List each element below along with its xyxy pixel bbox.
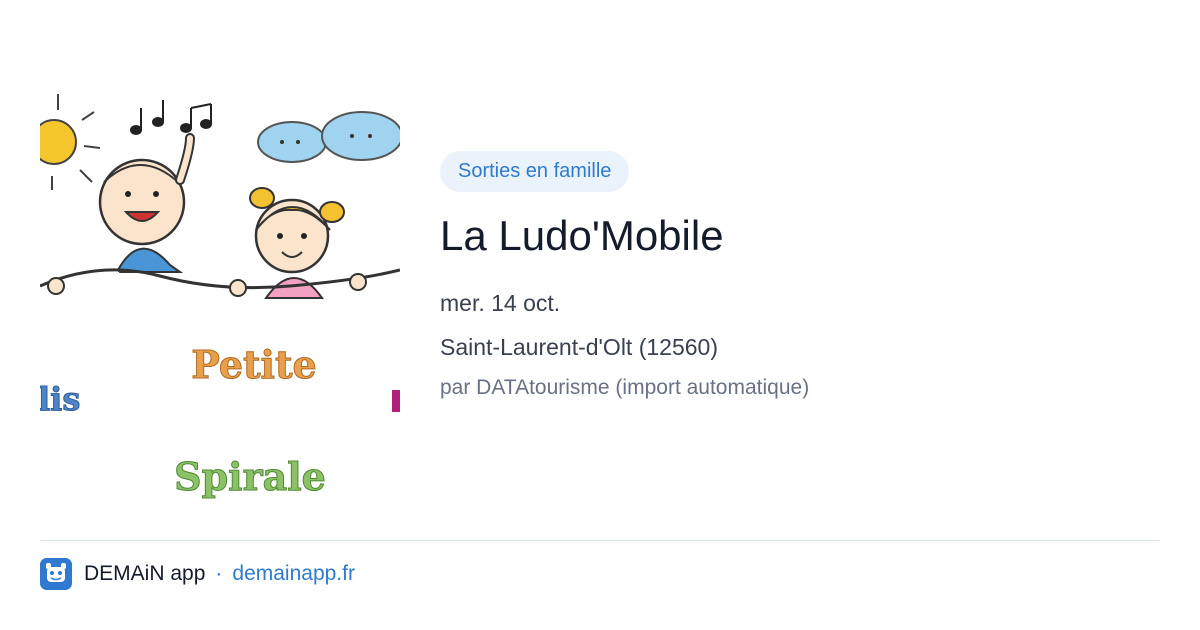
music-notes-icon: [130, 100, 212, 135]
footer-separator: ·: [215, 562, 223, 585]
app-logo-icon: [40, 558, 72, 590]
cloud-icon: [257, 111, 400, 163]
footer-divider: [40, 540, 1160, 541]
sun-icon: [40, 94, 101, 190]
event-thumbnail: Petite lis Spirale: [40, 90, 400, 520]
footer: DEMAiN app · demainapp.fr: [40, 557, 355, 591]
event-title[interactable]: La Ludo'Mobile: [440, 212, 1160, 260]
event-share-card: Petite lis Spirale Sorties en famille La…: [0, 0, 1200, 630]
event-date: mer. 14 oct.: [440, 290, 561, 316]
event-location: Saint-Laurent-d'Olt (12560): [440, 334, 718, 360]
category-tag[interactable]: Sorties en famille: [440, 151, 630, 192]
app-name: DEMAiN app: [84, 562, 206, 585]
image-word-fragment: lis: [40, 380, 80, 418]
image-word-spirale: Spirale: [174, 454, 326, 499]
app-website-link[interactable]: demainapp.fr: [232, 562, 355, 586]
event-source: par DATAtourisme (import automatique): [440, 376, 810, 399]
arm-line: [40, 268, 400, 290]
event-info: Sorties en famille La Ludo'Mobile mer. 1…: [440, 151, 1160, 402]
boy-illustration: [98, 133, 195, 273]
image-word-petite: Petite: [191, 342, 316, 387]
